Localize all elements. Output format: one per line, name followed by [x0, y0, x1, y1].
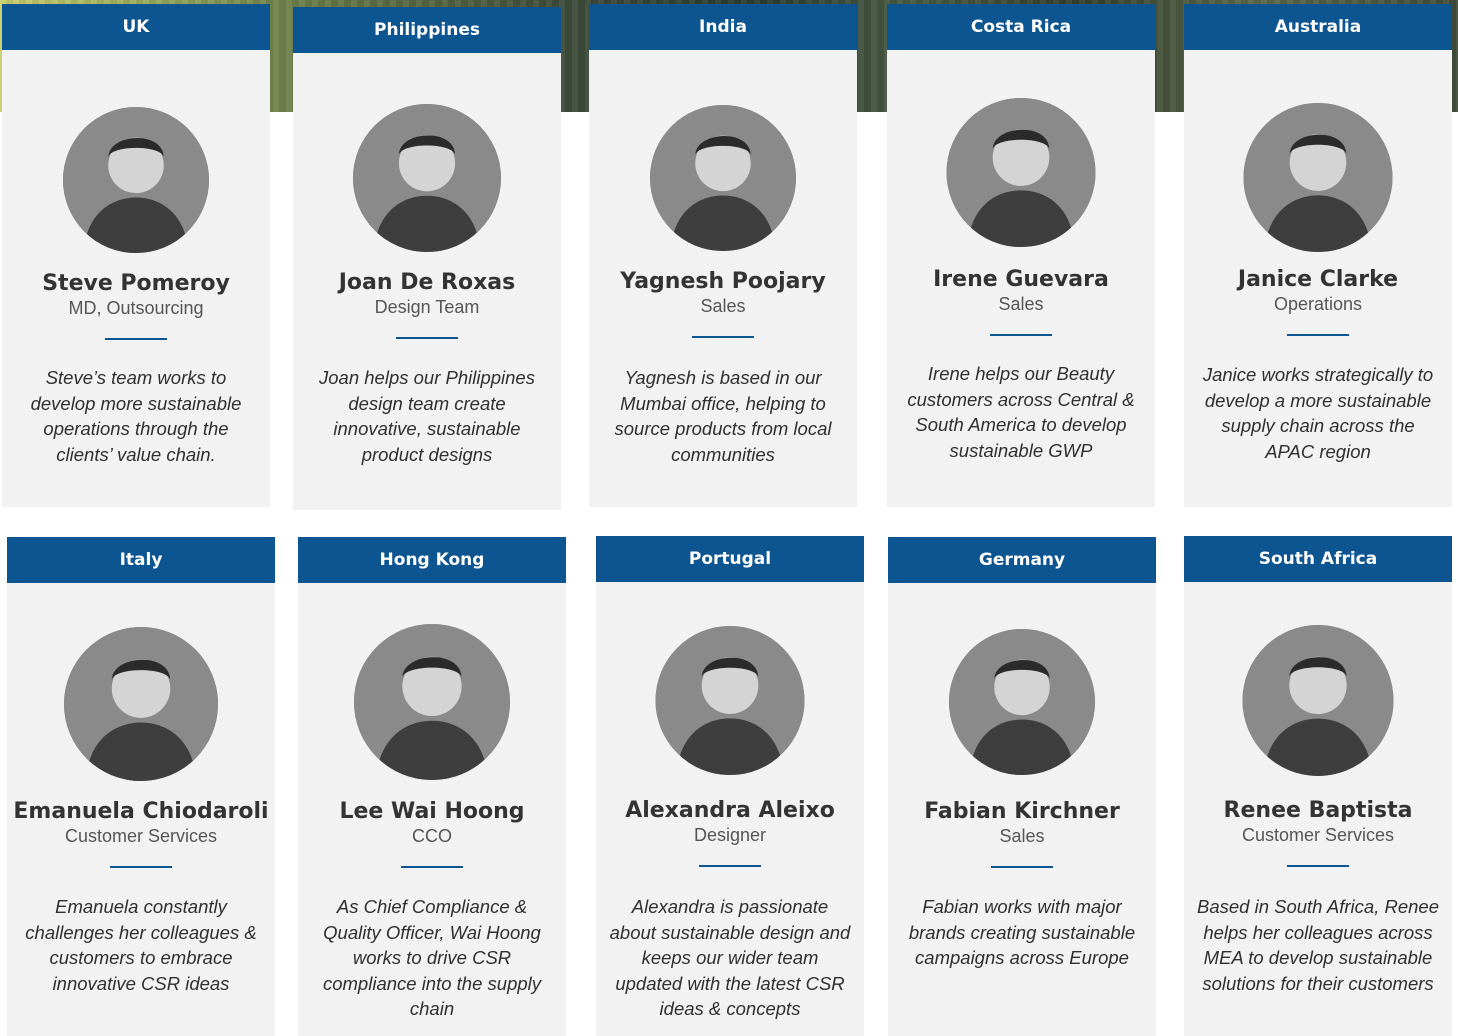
divider-rule — [1287, 334, 1349, 336]
member-role: Sales — [999, 826, 1045, 846]
person-photo-icon — [64, 627, 218, 781]
divider-rule — [110, 866, 172, 868]
divider-rule — [991, 866, 1053, 868]
team-member-card: Australia Janice Clarke Operations Janice w… — [1184, 4, 1452, 507]
divider-rule — [692, 336, 754, 338]
person-photo-icon — [1243, 103, 1393, 252]
member-bio: Alexandra is passionate about sustainabl… — [609, 896, 851, 1020]
member-role: Sales — [998, 294, 1044, 314]
member-bio: Irene helps our Beauty customers across … — [907, 363, 1135, 461]
country-header: Philippines — [293, 7, 561, 53]
country-header: Australia — [1184, 4, 1452, 50]
divider-rule — [1287, 865, 1349, 867]
divider-rule — [401, 866, 463, 868]
person-photo-icon — [655, 626, 805, 775]
member-name: Steve Pomeroy — [42, 271, 230, 296]
member-name: Lee Wai Hoong — [339, 799, 525, 824]
divider-rule — [990, 334, 1052, 336]
member-bio: Emanuela constantly challenges her colle… — [25, 896, 257, 994]
member-name: Joan De Roxas — [338, 270, 516, 295]
member-role: Operations — [1273, 294, 1363, 314]
country-header: India — [589, 4, 857, 50]
team-member-card: South Africa Renee Baptista Customer Servi… — [1184, 536, 1452, 1036]
member-name: Renee Baptista — [1223, 798, 1413, 823]
member-role: Customer Services — [64, 826, 218, 846]
member-name: Janice Clarke — [1237, 267, 1399, 292]
person-photo-icon — [1242, 625, 1394, 776]
member-bio: Yagnesh is based in our Mumbai office, h… — [614, 367, 832, 465]
country-header: Germany — [888, 537, 1156, 583]
member-role: CCO — [412, 826, 452, 846]
member-bio: Fabian works with major brands creating … — [908, 896, 1136, 969]
team-member-card: Italy Emanuela Chiodaroli Customer Service… — [7, 537, 275, 1036]
team-member-card: Costa Rica Irene Guevara Sales Irene helps … — [887, 4, 1155, 507]
team-member-card: India Yagnesh Poojary Sales Yagnesh is base… — [589, 4, 857, 507]
member-role: MD, Outsourcing — [68, 298, 204, 318]
member-bio: As Chief Compliance & Quality Officer, W… — [322, 896, 542, 1020]
divider-rule — [396, 337, 458, 339]
member-bio: Steve’s team works to develop more susta… — [30, 367, 242, 465]
member-name: Yagnesh Poojary — [620, 269, 826, 294]
divider-rule — [105, 338, 167, 340]
person-photo-icon — [946, 98, 1096, 247]
member-role: Sales — [700, 296, 746, 316]
member-role: Designer — [693, 825, 767, 845]
person-photo-icon — [949, 629, 1095, 775]
member-name: Emanuela Chiodaroli — [13, 799, 269, 824]
team-member-card: UK Steve Pomeroy MD, Outsourcing Steve’s te… — [2, 4, 270, 507]
person-photo-icon — [63, 107, 209, 253]
member-name: Fabian Kirchner — [924, 799, 1120, 824]
member-bio: Based in South Africa, Renee helps her c… — [1196, 896, 1440, 994]
member-bio: Joan helps our Philippines design team c… — [319, 367, 535, 465]
country-header: Costa Rica — [887, 4, 1155, 50]
member-role: Design Team — [374, 297, 480, 317]
country-header: Italy — [7, 537, 275, 583]
divider-rule — [699, 865, 761, 867]
member-name: Alexandra Aleixo — [625, 798, 835, 823]
country-header: Portugal — [596, 536, 864, 582]
team-member-card: Philippines Joan De Roxas Design Team Joan … — [293, 7, 561, 510]
team-member-card: Germany Fabian Kirchner Sales Fabian works … — [888, 537, 1156, 1036]
team-member-card: Hong Kong Lee Wai Hoong CCO As Chief Compli… — [298, 537, 566, 1036]
member-role: Customer Services — [1241, 825, 1395, 845]
member-bio: Janice works strategically to develop a … — [1202, 364, 1434, 462]
person-photo-icon — [354, 624, 510, 780]
country-header: UK — [2, 4, 270, 50]
country-header: South Africa — [1184, 536, 1452, 582]
person-photo-icon — [353, 104, 501, 252]
member-name: Irene Guevara — [933, 267, 1109, 292]
country-header: Hong Kong — [298, 537, 566, 583]
team-member-card: Portugal Alexandra Aleixo Designer Alexandr… — [596, 536, 864, 1036]
person-photo-icon — [650, 105, 796, 251]
